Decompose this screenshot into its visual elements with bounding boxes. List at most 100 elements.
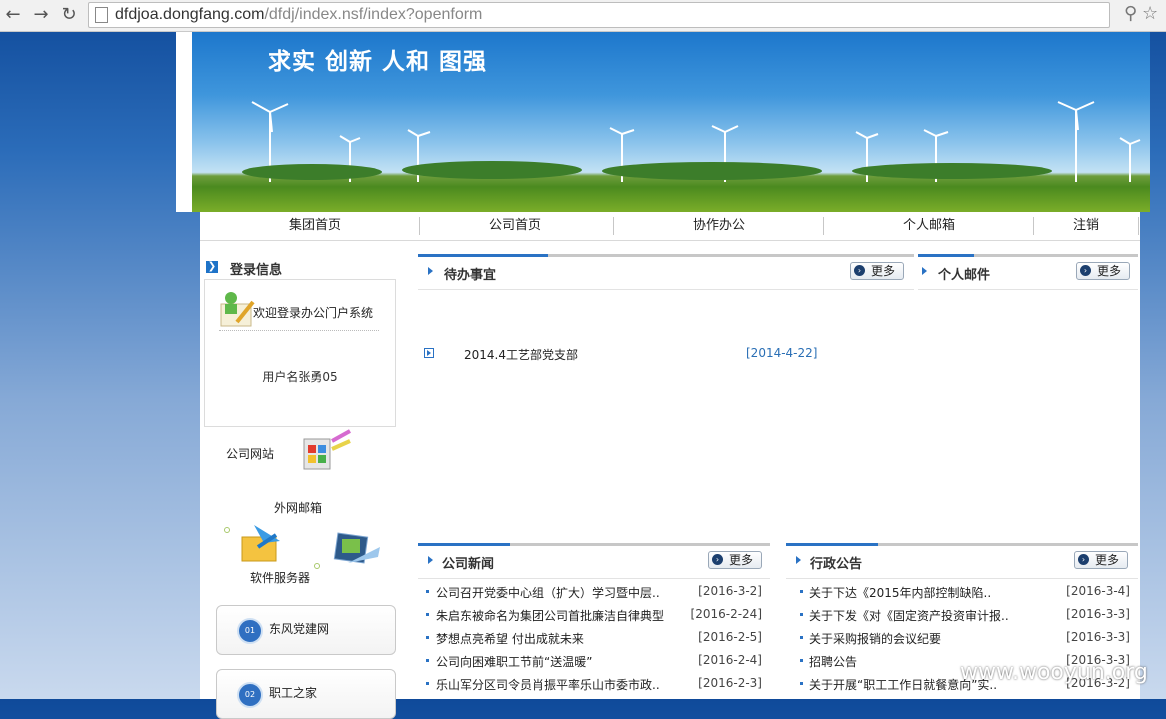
website-icon[interactable] <box>300 429 356 477</box>
bullet-icon <box>426 613 429 616</box>
list-item[interactable]: 公司向困难职工节前“送温暖” [2016-2-4] <box>418 650 770 673</box>
nav-company-home[interactable]: 公司首页 <box>460 212 570 240</box>
software-server-icon[interactable] <box>238 521 288 565</box>
list-item[interactable]: 乐山军分区司令员肖振平率乐山市委市政.. [2016-2-3] <box>418 673 770 696</box>
list-item[interactable]: 朱启东被命名为集团公司首批廉洁自律典型 [2016-2-24] <box>418 604 770 627</box>
nav-group-home[interactable]: 集团首页 <box>260 212 370 240</box>
todo-item-title[interactable]: 2014.4工艺部党支部 <box>464 346 578 363</box>
news-date: [2016-2-5] <box>698 630 762 644</box>
back-arrow-icon[interactable]: ← <box>2 4 24 26</box>
nav-divider <box>613 217 614 235</box>
news-panel-title: 公司新闻 <box>442 557 495 572</box>
user-edit-icon <box>220 292 255 327</box>
notice-title[interactable]: 关于采购报销的会议纪要 <box>809 630 941 647</box>
news-more-button[interactable]: › 更多 <box>708 551 762 569</box>
external-mail-link[interactable]: 外网邮箱 <box>274 499 322 516</box>
chevron-right-icon: › <box>854 265 865 276</box>
nav-divider <box>1033 217 1034 235</box>
header-banner: 求实 创新 人和 图强 <box>176 32 1150 212</box>
todo-more-button[interactable]: › 更多 <box>850 262 904 280</box>
list-item[interactable]: 关于采购报销的会议纪要 [2016-3-3] <box>786 627 1138 650</box>
list-item[interactable]: 关于下达《2015年内部控制缺陷.. [2016-3-4] <box>786 581 1138 604</box>
notice-date: [2016-3-4] <box>1066 584 1130 598</box>
mail-more-button[interactable]: › 更多 <box>1076 262 1130 280</box>
wrench-icon[interactable]: ⚲ <box>1124 3 1137 25</box>
notice-date: [2016-3-3] <box>1066 630 1130 644</box>
portal-button-workers-home[interactable]: 02 职工之家 <box>216 669 396 719</box>
chevron-right-icon: › <box>712 554 723 565</box>
welcome-text: 欢迎登录办公门户系统 <box>253 306 374 320</box>
triangle-right-icon <box>796 556 801 564</box>
bullet-icon <box>800 590 803 593</box>
bullet-icon <box>800 613 803 616</box>
news-date: [2016-3-2] <box>698 584 762 598</box>
list-item[interactable]: 公司召开党委中心组（扩大）学习暨中层.. [2016-3-2] <box>418 581 770 604</box>
news-title[interactable]: 朱启东被命名为集团公司首批廉洁自律典型 <box>436 607 664 624</box>
bullet-icon <box>426 659 429 662</box>
address-bar[interactable]: dfdjoa.dongfang.com/dfdj/index.nsf/index… <box>88 2 1110 28</box>
panel-accent-bar <box>418 543 510 546</box>
software-server-link[interactable]: 软件服务器 <box>250 569 310 586</box>
more-label: 更多 <box>871 264 896 278</box>
news-list: 公司召开党委中心组（扩大）学习暨中层.. [2016-3-2] 朱启东被命名为集团… <box>418 581 770 699</box>
notice-title[interactable]: 招聘公告 <box>809 653 857 670</box>
triangle-right-icon <box>922 267 927 275</box>
more-label: 更多 <box>1097 264 1122 278</box>
todo-item[interactable]: 2014.4工艺部党支部 [2014-4-22] <box>418 346 818 362</box>
news-title[interactable]: 公司召开党委中心组（扩大）学习暨中层.. <box>436 584 660 601</box>
star-icon[interactable]: ☆ <box>1142 3 1158 25</box>
username-text: 用户名张勇05 <box>262 370 338 384</box>
notice-title[interactable]: 关于下发《对《固定资产投资审计报.. <box>809 607 1009 624</box>
login-info-box: 欢迎登录办公门户系统 用户名张勇05 <box>204 279 396 427</box>
news-title[interactable]: 乐山军分区司令员肖振平率乐山市委市政.. <box>436 676 660 693</box>
notice-date: [2016-3-3] <box>1066 607 1130 621</box>
mail-panel-title: 个人邮件 <box>938 268 991 283</box>
arrow-right-icon: ❯ <box>206 261 218 273</box>
url-path: /dfdj/index.nsf/index?openform <box>264 6 483 23</box>
nav-divider <box>419 217 420 235</box>
url-text[interactable]: dfdjoa.dongfang.com/dfdj/index.nsf/index… <box>115 6 482 24</box>
nav-logout[interactable]: 注销 <box>1050 212 1122 240</box>
forward-arrow-icon[interactable]: → <box>30 4 52 26</box>
nav-divider <box>823 217 824 235</box>
nav-collab-office[interactable]: 协作办公 <box>664 212 774 240</box>
login-info-title: 登录信息 <box>230 263 283 278</box>
reload-icon[interactable]: ↻ <box>58 4 80 26</box>
news-title[interactable]: 公司向困难职工节前“送温暖” <box>436 653 592 670</box>
portal-number-badge: 02 <box>237 682 263 708</box>
todo-panel-title: 待办事宜 <box>444 268 497 283</box>
portal-label: 东风党建网 <box>269 622 330 636</box>
more-label: 更多 <box>729 553 754 567</box>
url-domain: dfdjoa.dongfang.com <box>115 6 265 23</box>
page-icon <box>95 7 108 23</box>
portal-button-party-building[interactable]: 01 东风党建网 <box>216 605 396 655</box>
todo-item-date: [2014-4-22] <box>746 346 818 360</box>
main-nav: 集团首页 公司首页 协作办公 个人邮箱 注销 <box>200 212 1140 241</box>
video-server-icon[interactable] <box>332 529 384 577</box>
company-website-link[interactable]: 公司网站 <box>226 445 274 462</box>
todo-panel-header: 待办事宜 › 更多 <box>418 254 914 290</box>
news-date: [2016-2-24] <box>690 607 762 621</box>
triangle-right-icon <box>428 267 433 275</box>
list-item[interactable]: 梦想点亮希望 付出成就未来 [2016-2-5] <box>418 627 770 650</box>
chevron-right-icon: › <box>1080 265 1091 276</box>
notice-title[interactable]: 关于下达《2015年内部控制缺陷.. <box>809 584 991 601</box>
news-title[interactable]: 梦想点亮希望 付出成就未来 <box>436 630 584 647</box>
portal-label: 职工之家 <box>269 686 318 700</box>
divider <box>219 330 379 331</box>
news-panel-header: 公司新闻 › 更多 <box>418 543 770 579</box>
notice-panel-header: 行政公告 › 更多 <box>786 543 1138 579</box>
dot-marker <box>224 527 230 533</box>
nav-personal-mailbox[interactable]: 个人邮箱 <box>874 212 984 240</box>
panel-accent-bar <box>418 254 548 257</box>
portal-number-badge: 01 <box>237 618 263 644</box>
triangle-right-icon <box>428 556 433 564</box>
dot-marker <box>314 563 320 569</box>
notice-more-button[interactable]: › 更多 <box>1074 551 1128 569</box>
mail-panel-header: 个人邮件 › 更多 <box>918 254 1138 290</box>
bullet-icon <box>426 590 429 593</box>
play-bullet-icon <box>424 348 434 358</box>
list-item[interactable]: 关于下发《对《固定资产投资审计报.. [2016-3-3] <box>786 604 1138 627</box>
more-label: 更多 <box>1095 553 1120 567</box>
bullet-icon <box>426 636 429 639</box>
